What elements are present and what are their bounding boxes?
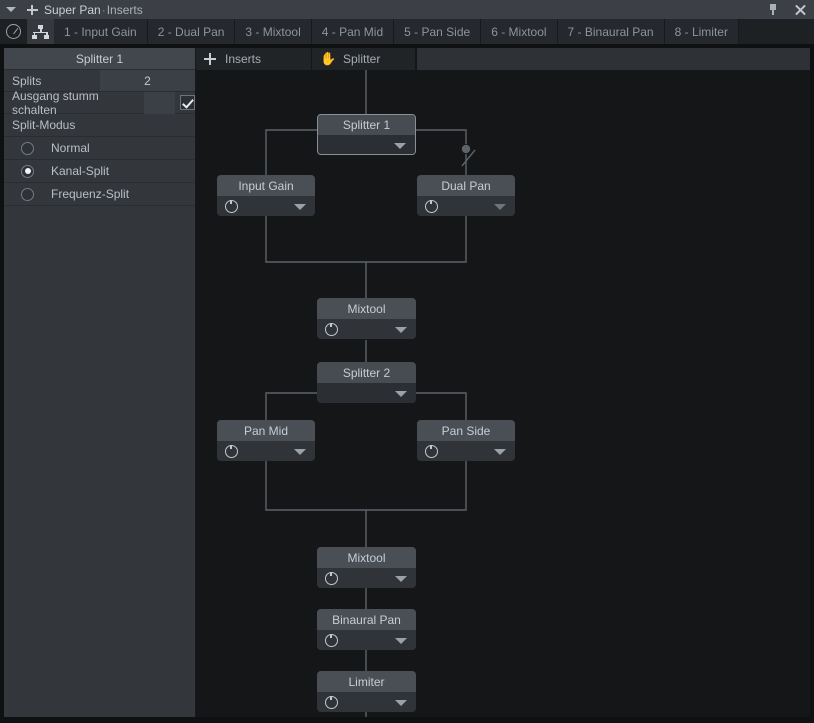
node-binaural-pan[interactable]: Binaural Pan bbox=[317, 609, 416, 650]
window-title-sub: Inserts bbox=[106, 2, 143, 17]
node-dual-pan[interactable]: Dual Pan bbox=[417, 175, 515, 216]
plus-icon bbox=[204, 53, 216, 65]
chevron-down-icon[interactable] bbox=[294, 204, 306, 210]
power-icon[interactable] bbox=[225, 442, 238, 458]
tab-8-limiter[interactable]: 8 - Limiter bbox=[664, 19, 739, 44]
power-icon[interactable] bbox=[325, 693, 338, 709]
toolbar: 1 - Input Gain 2 - Dual Pan 3 - Mixtool … bbox=[0, 19, 814, 44]
tab-inserts[interactable]: Inserts bbox=[196, 48, 312, 70]
node-pan-side-body[interactable] bbox=[417, 441, 515, 461]
wire-disconnect-handle bbox=[461, 144, 471, 154]
window-title-main: Super Pan bbox=[44, 2, 101, 17]
node-binaural-pan-title: Binaural Pan bbox=[317, 609, 416, 630]
mute-output-label: Ausgang stumm schalten bbox=[12, 88, 99, 117]
chevron-down-icon[interactable] bbox=[395, 576, 407, 582]
chevron-down-icon[interactable] bbox=[394, 142, 406, 149]
mute-output-valuebox bbox=[144, 92, 175, 114]
knob-bypass-icon[interactable] bbox=[0, 19, 27, 44]
chevron-down-icon[interactable] bbox=[494, 204, 506, 210]
node-dual-pan-body[interactable] bbox=[417, 196, 515, 216]
split-mode-option-frequenz-split[interactable]: Frequenz-Split bbox=[4, 183, 195, 206]
tab-3-mixtool[interactable]: 3 - Mixtool bbox=[235, 19, 312, 44]
power-icon[interactable] bbox=[425, 442, 438, 458]
power-icon[interactable] bbox=[325, 320, 338, 336]
node-limiter[interactable]: Limiter bbox=[317, 671, 416, 712]
tab-2-dual-pan[interactable]: 2 - Dual Pan bbox=[147, 19, 236, 44]
node-splitter-1-title: Splitter 1 bbox=[318, 115, 415, 135]
canvas-tab-bar: Inserts ✋ Splitter bbox=[196, 48, 810, 70]
node-mixtool-upper[interactable]: Mixtool bbox=[317, 298, 416, 339]
window-title: Super Pan·Inserts bbox=[44, 3, 143, 17]
node-mixtool-lower-body[interactable] bbox=[317, 568, 416, 588]
node-pan-mid-body[interactable] bbox=[217, 441, 315, 461]
node-input-gain-body[interactable] bbox=[217, 196, 315, 216]
split-tree-icon[interactable] bbox=[27, 19, 54, 44]
canvas-tab-filler bbox=[416, 48, 810, 70]
chevron-down-icon[interactable] bbox=[494, 449, 506, 455]
close-icon[interactable] bbox=[786, 0, 814, 19]
node-binaural-pan-body[interactable] bbox=[317, 630, 416, 650]
mute-output-checkbox-cell bbox=[175, 92, 195, 113]
node-pan-mid-title: Pan Mid bbox=[217, 420, 315, 441]
tab-splitter-label: Splitter bbox=[343, 52, 381, 66]
node-splitter-1-body[interactable] bbox=[318, 135, 415, 154]
signal-flow-graph[interactable]: Splitter 1 Input Gain Dual Pan Mixtool S… bbox=[196, 70, 810, 717]
mute-output-checkbox[interactable] bbox=[180, 95, 195, 110]
node-pan-side[interactable]: Pan Side bbox=[417, 420, 515, 461]
radio-normal-label: Normal bbox=[51, 141, 90, 155]
chevron-down-icon[interactable] bbox=[395, 327, 407, 333]
node-pan-side-title: Pan Side bbox=[417, 420, 515, 441]
tab-5-pan-side[interactable]: 5 - Pan Side bbox=[394, 19, 482, 44]
node-mixtool-lower[interactable]: Mixtool bbox=[317, 547, 416, 588]
plugin-window: Super Pan·Inserts 1 - Input Gain 2 - Dua… bbox=[0, 0, 814, 723]
power-icon[interactable] bbox=[325, 569, 338, 585]
node-mixtool-upper-title: Mixtool bbox=[317, 298, 416, 319]
panel-title: Splitter 1 bbox=[4, 48, 195, 70]
radio-frequenz-split-label: Frequenz-Split bbox=[51, 187, 130, 201]
node-mixtool-upper-body[interactable] bbox=[317, 319, 416, 339]
pin-icon[interactable] bbox=[760, 0, 786, 19]
node-pan-mid[interactable]: Pan Mid bbox=[217, 420, 315, 461]
split-mode-option-kanal-split[interactable]: Kanal-Split bbox=[4, 160, 195, 183]
plugin-tab-strip: 1 - Input Gain 2 - Dual Pan 3 - Mixtool … bbox=[54, 19, 739, 44]
mute-output-row: Ausgang stumm schalten bbox=[4, 88, 195, 117]
power-icon[interactable] bbox=[325, 631, 338, 647]
tab-splitter[interactable]: ✋ Splitter bbox=[312, 48, 416, 70]
radio-kanal-split-label: Kanal-Split bbox=[51, 164, 110, 178]
hand-icon: ✋ bbox=[320, 51, 337, 66]
splitter-properties-panel: Splitter 1 Splits 2 Ausgang stumm schalt… bbox=[4, 48, 196, 717]
split-mode-option-normal[interactable]: Normal bbox=[4, 137, 195, 160]
tab-1-input-gain[interactable]: 1 - Input Gain bbox=[54, 19, 148, 44]
chevron-down-icon[interactable] bbox=[395, 638, 407, 644]
split-mode-label: Split-Modus bbox=[4, 114, 195, 137]
power-icon[interactable] bbox=[425, 197, 438, 213]
add-plus-icon[interactable] bbox=[22, 0, 42, 19]
collapse-triangle-icon[interactable] bbox=[0, 0, 22, 19]
power-icon[interactable] bbox=[225, 197, 238, 213]
title-bar: Super Pan·Inserts bbox=[0, 0, 814, 19]
wire-layer bbox=[265, 70, 476, 717]
tab-inserts-label: Inserts bbox=[225, 52, 262, 66]
node-dual-pan-title: Dual Pan bbox=[417, 175, 515, 196]
node-splitter-2[interactable]: Splitter 2 bbox=[317, 362, 416, 403]
node-splitter-2-body[interactable] bbox=[317, 383, 416, 403]
tab-7-binaural-pan[interactable]: 7 - Binaural Pan bbox=[557, 19, 665, 44]
radio-frequenz-split[interactable] bbox=[21, 187, 34, 201]
chevron-down-icon[interactable] bbox=[395, 700, 407, 706]
node-limiter-body[interactable] bbox=[317, 692, 416, 712]
graph-canvas-panel: Inserts ✋ Splitter Splitter 1 Input Gain… bbox=[196, 48, 810, 717]
node-mixtool-lower-title: Mixtool bbox=[317, 547, 416, 568]
chevron-down-icon[interactable] bbox=[294, 449, 306, 455]
radio-normal[interactable] bbox=[21, 141, 34, 155]
node-limiter-title: Limiter bbox=[317, 671, 416, 692]
node-splitter-2-title: Splitter 2 bbox=[317, 362, 416, 383]
radio-kanal-split[interactable] bbox=[21, 164, 34, 178]
node-splitter-1[interactable]: Splitter 1 bbox=[317, 114, 416, 155]
node-input-gain[interactable]: Input Gain bbox=[217, 175, 315, 216]
chevron-down-icon[interactable] bbox=[395, 391, 407, 397]
tab-6-mixtool[interactable]: 6 - Mixtool bbox=[481, 19, 558, 44]
tab-4-pan-mid[interactable]: 4 - Pan Mid bbox=[311, 19, 395, 44]
node-input-gain-title: Input Gain bbox=[217, 175, 315, 196]
